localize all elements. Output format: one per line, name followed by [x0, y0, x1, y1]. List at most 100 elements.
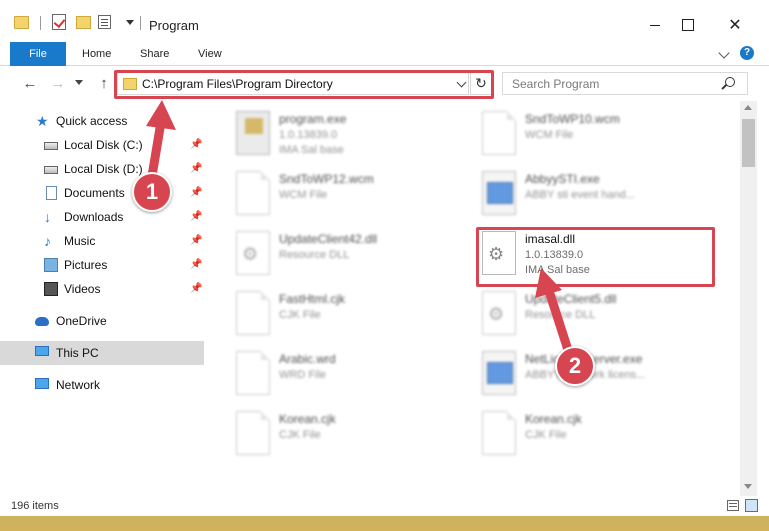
ribbon: File Home Share View ? [0, 40, 769, 66]
nav-item-quick-access[interactable]: ★ Quick access [0, 109, 204, 133]
nav-item-label: This PC [56, 346, 99, 360]
properties-check-icon[interactable] [52, 14, 66, 30]
nav-item-music[interactable]: ♪ Music 📌 [0, 229, 204, 253]
file-type: Resource DLL [525, 309, 596, 321]
file-item[interactable]: SndToWP10.wcm WCM File [482, 109, 722, 165]
file-name: program.exe [279, 112, 347, 126]
file-name: Arabic.wrd [279, 352, 336, 366]
help-icon[interactable]: ? [740, 46, 754, 60]
videos-icon [44, 282, 58, 296]
nav-item-pictures[interactable]: Pictures 📌 [0, 253, 204, 277]
back-button[interactable]: ← [22, 76, 38, 92]
tab-view[interactable]: View [198, 44, 222, 66]
up-button[interactable]: ↑ [96, 76, 112, 92]
file-item[interactable]: UpdateClient5.dll Resource DLL [482, 289, 722, 345]
nav-item-videos[interactable]: Videos 📌 [0, 277, 204, 301]
file-item[interactable]: FastHtml.cjk CJK File [236, 289, 476, 345]
scroll-down-icon[interactable] [744, 484, 752, 489]
nav-item-downloads[interactable]: ↓ Downloads 📌 [0, 205, 204, 229]
pin-icon[interactable]: 📌 [190, 187, 202, 198]
file-item[interactable]: Korean.cjk CJK File [482, 409, 722, 465]
pin-icon[interactable]: 📌 [190, 259, 202, 270]
document-icon [482, 111, 516, 155]
expand-ribbon-icon[interactable] [718, 47, 730, 59]
large-icons-view-icon[interactable] [745, 499, 758, 512]
file-type: Resource DLL [279, 249, 350, 261]
computer-icon [35, 346, 49, 356]
title-bar: Program ✕ [0, 0, 769, 40]
file-type: WRD File [279, 369, 327, 381]
nav-item-label: Pictures [64, 258, 108, 272]
nav-item-documents[interactable]: Documents 📌 [0, 181, 204, 205]
download-icon: ↓ [44, 209, 51, 225]
nav-item-label: Music [64, 234, 96, 248]
chevron-down-icon[interactable] [126, 20, 134, 25]
callout-badge-2: 2 [555, 346, 595, 386]
file-highlight [476, 227, 715, 287]
dll-icon [236, 231, 270, 275]
file-explorer-window: Program ✕ File Home Share View ? ← → ↑ C… [0, 0, 769, 516]
nav-item-label: Documents [64, 186, 125, 200]
separator [140, 16, 141, 30]
cloud-icon [35, 317, 49, 326]
recent-locations-icon[interactable] [75, 80, 83, 85]
nav-item-label: Quick access [56, 114, 128, 128]
file-name: Korean.cjk [525, 412, 582, 426]
tab-share[interactable]: Share [140, 44, 169, 66]
file-item[interactable]: Arabic.wrd WRD File [236, 349, 476, 405]
document-icon [236, 351, 270, 395]
close-button[interactable]: ✕ [712, 10, 758, 40]
file-item[interactable]: NetLicenseServer.exe ABBYY Network licen… [482, 349, 722, 405]
new-folder-icon[interactable] [76, 16, 91, 29]
document-icon [482, 411, 516, 455]
nav-item-label: Local Disk (C:) [64, 138, 143, 152]
file-item[interactable]: AbbyySTI.exe ABBY sti event hand... [482, 169, 722, 225]
search-icon[interactable] [725, 77, 735, 87]
nav-item-this-pc[interactable]: This PC [0, 341, 204, 365]
file-name: SndToWP10.wcm [525, 112, 620, 126]
pin-icon[interactable]: 📌 [190, 139, 202, 150]
search-input[interactable]: Search Program [502, 72, 748, 95]
nav-item-network[interactable]: Network [0, 373, 204, 397]
pin-icon[interactable]: 📌 [190, 283, 202, 294]
forward-button[interactable]: → [50, 76, 66, 92]
pin-icon[interactable]: 📌 [190, 211, 202, 222]
status-bar: 196 items [0, 496, 769, 516]
customize-toolbar-icon[interactable] [98, 15, 111, 29]
nav-item-local-disk-c[interactable]: Local Disk (C:) 📌 [0, 133, 204, 157]
file-item[interactable]: Korean.cjk CJK File [236, 409, 476, 465]
dll-icon [482, 291, 516, 335]
file-list: program.exe 1.0.13839.0 IMA Sal base Snd… [206, 101, 740, 496]
nav-item-label: Network [56, 378, 101, 392]
vertical-scrollbar[interactable] [740, 101, 757, 496]
tab-file[interactable]: File [10, 42, 66, 66]
file-description: IMA Sal base [279, 144, 344, 156]
maximize-button[interactable] [665, 10, 711, 40]
nav-item-onedrive[interactable]: OneDrive [0, 309, 204, 333]
pin-icon[interactable]: 📌 [190, 163, 202, 174]
star-icon: ★ [36, 113, 49, 129]
address-highlight [114, 70, 494, 99]
file-type: CJK File [525, 429, 567, 441]
nav-item-label: Downloads [64, 210, 124, 224]
file-item[interactable]: SndToWP12.wcm WCM File [236, 169, 476, 225]
details-view-icon[interactable] [727, 500, 739, 511]
pin-icon[interactable]: 📌 [190, 235, 202, 246]
file-name: SndToWP12.wcm [279, 172, 374, 186]
program-icon [236, 111, 270, 155]
navigation-pane: ★ Quick access Local Disk (C:) 📌 Local D… [0, 101, 206, 496]
nav-item-local-disk-d[interactable]: Local Disk (D:) 📌 [0, 157, 204, 181]
file-item[interactable]: program.exe 1.0.13839.0 IMA Sal base [236, 109, 476, 165]
music-icon: ♪ [44, 233, 51, 249]
window-title: Program [149, 18, 199, 33]
separator [40, 16, 41, 30]
file-type: CJK File [279, 309, 321, 321]
scroll-thumb[interactable] [742, 119, 755, 167]
file-name: UpdateClient42.dll [279, 232, 378, 246]
search-placeholder: Search Program [512, 77, 600, 91]
tab-home[interactable]: Home [82, 44, 111, 66]
file-item[interactable]: UpdateClient42.dll Resource DLL [236, 229, 476, 285]
scroll-up-icon[interactable] [744, 105, 752, 110]
exe-icon [482, 171, 516, 215]
documents-icon [46, 186, 57, 200]
